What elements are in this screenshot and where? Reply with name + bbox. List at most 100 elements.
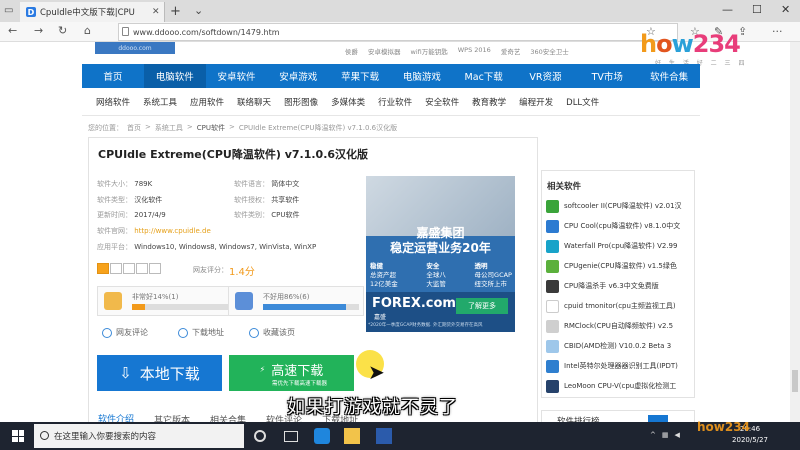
local-download-button[interactable]: ⇩ 本地下载 [97,355,222,391]
maximize-icon[interactable]: ☐ [752,3,762,16]
action-download-address[interactable]: 下载地址 [178,327,224,338]
top-link[interactable]: wifi万能钥匙 [411,46,448,56]
tab-list-chevron-icon[interactable]: ⌄ [194,4,203,17]
advertisement[interactable]: 嘉盛集团 稳定运营业务20年 稳健 总资产超 12亿美金 安全 全球八 大监管 透明 母公司… [366,176,515,332]
forward-arrow-icon[interactable]: → [34,24,43,37]
windows-start-icon[interactable] [12,430,24,442]
app-icon [546,299,559,313]
rating-value: 1.4分 [229,267,255,278]
browser-tab[interactable]: D CpuIdle中文版下载|CPU ✕ [20,2,165,22]
breadcrumb: 您的位置： 首页 > 系统工具 > CPU软件 > CPUIdle Extrem… [88,123,397,133]
action-bookmark[interactable]: 收藏该页 [249,327,295,338]
bookmark-icon [249,327,259,338]
info-type: 软件类型： 汉化软件 [97,196,163,204]
related-item[interactable]: LeoMoon CPU-V(cpu虚拟化检测工 [546,376,694,396]
top-link[interactable]: 360安全卫士 [530,46,568,56]
ad-features: 稳健 总资产超 12亿美金 安全 全球八 大监管 透明 母公司GCAP 纽交所上市 [370,262,512,288]
info-updated: 更新时间： 2017/4/9 [97,211,166,219]
word-icon[interactable] [376,428,392,444]
minimize-icon[interactable]: — [722,3,733,16]
related-item[interactable]: CBID(AMD检测) V10.0.2 Beta 3 [546,336,694,356]
breadcrumb-sep: > [145,123,151,131]
home-icon[interactable]: ⌂ [84,24,91,37]
sub-nav-item[interactable]: 联络聊天 [237,96,271,108]
official-site-link[interactable]: http://www.cpuidle.de [134,227,211,235]
volume-icon[interactable]: ◀ [675,431,680,439]
app-icon [546,379,559,393]
vote-good-button[interactable]: 非常好14%(1) [97,286,233,316]
thumbs-down-icon [235,292,253,310]
sub-nav-item[interactable]: 网络软件 [96,96,130,108]
related-item[interactable]: RMClock(CPU自动降频软件) v2.5 [546,316,694,336]
app-icon [546,239,559,253]
more-menu-icon[interactable]: ··· [772,25,783,38]
ad-learn-more-button[interactable]: 了解更多 [456,298,508,314]
taskbar-search-input[interactable]: 在这里输入你要搜索的内容 [34,424,244,448]
related-item[interactable]: CPUgenie(CPU降温软件) v1.5绿色 [546,256,694,276]
sub-nav-item[interactable]: 图形图像 [284,96,318,108]
edge-browser-icon[interactable] [314,428,330,444]
top-link[interactable]: 爱奇艺 [501,46,521,56]
scrollbar-thumb[interactable] [792,370,798,392]
site-favicon-icon: D [26,7,36,17]
info-platform: 应用平台： Windows10, Windows8, Windows7, Win… [97,243,317,251]
new-tab-button[interactable]: + [170,4,181,19]
page-scrollbar[interactable] [790,42,800,422]
main-nav-item[interactable]: 苹果下载 [329,64,391,88]
tab-actions-icon[interactable]: ▭ [4,5,13,16]
sub-nav-item[interactable]: 应用软件 [190,96,224,108]
sub-nav-item[interactable]: 行业软件 [378,96,412,108]
main-nav-item[interactable]: 安卓游戏 [267,64,329,88]
task-view-icon[interactable] [284,431,298,442]
related-item[interactable]: Waterfall Pro(cpu降温软件) V2.99 [546,236,694,256]
sub-nav-item[interactable]: 编程开发 [519,96,553,108]
tab-title: CpuIdle中文版下载|CPU [40,8,135,18]
related-item[interactable]: Intel英特尔处理器器识别工具(IPDT) [546,356,694,376]
file-explorer-icon[interactable] [344,428,360,444]
fast-download-button[interactable]: ⚡ 高速下载 需优先下载高速下载器 [229,355,354,391]
sub-nav-item[interactable]: 系统工具 [143,96,177,108]
breadcrumb-link[interactable]: 首页 [127,123,141,133]
related-item[interactable]: CPU Cool(cpu降温软件) v8.1.0中文 [546,216,694,236]
top-link[interactable]: 侯爵 [345,46,358,56]
top-link[interactable]: WPS 2016 [458,46,491,56]
address-bar[interactable]: www.ddooo.com/softdown/1479.htm [118,23,678,41]
tab-close-icon[interactable]: ✕ [152,7,160,17]
main-nav-item[interactable]: TV市场 [576,64,638,88]
back-arrow-icon[interactable]: ← [8,24,17,37]
related-item[interactable]: cpuid tmonitor(cpu主频监视工具) [546,296,694,316]
sub-nav-item[interactable]: 多媒体类 [331,96,365,108]
app-icon [546,279,559,293]
lock-icon [122,27,129,36]
breadcrumb-link[interactable]: CPU软件 [197,123,225,133]
rating-stars [97,263,161,274]
vote-bad-button[interactable]: 不好用86%(6) [228,286,364,316]
action-comments[interactable]: 网友评论 [102,327,148,338]
chevron-up-icon[interactable]: ^ [650,431,656,439]
app-title: CPUIdle Extreme(CPU降温软件) v7.1.0.6汉化版 [98,148,369,161]
refresh-icon[interactable]: ↻ [58,24,67,37]
vote-bad-bar [263,304,359,310]
sub-nav-item[interactable]: 安全软件 [425,96,459,108]
lightning-icon: ⚡ [259,364,266,374]
sub-nav-item[interactable]: DLL文件 [566,96,599,108]
top-link[interactable]: 安卓模拟器 [368,46,401,56]
main-nav-item[interactable]: 软件合集 [638,64,700,88]
app-icon [546,359,559,373]
main-nav-item-active[interactable]: 电脑软件 [143,64,206,88]
breadcrumb-link[interactable]: 系统工具 [155,123,183,133]
close-window-icon[interactable]: ✕ [781,3,790,16]
main-nav: 首页 电脑软件 安卓软件 安卓游戏 苹果下载 电脑游戏 Mac下载 VR资源 T… [82,64,700,88]
main-nav-item[interactable]: 首页 [82,64,144,88]
app-icon [546,219,559,233]
site-logo[interactable]: ddooo.com [95,42,175,54]
main-nav-item[interactable]: Mac下载 [453,64,515,88]
main-nav-item[interactable]: 安卓软件 [206,64,268,88]
sub-nav-item[interactable]: 教育教学 [472,96,506,108]
cortana-icon[interactable] [254,430,266,442]
related-item[interactable]: CPU降温杀手 v6.3中文免费版 [546,276,694,296]
main-nav-item[interactable]: 电脑游戏 [391,64,453,88]
network-icon[interactable]: ▦ [662,431,669,439]
related-item[interactable]: softcooler II(CPU降温软件) v2.01汉 [546,196,694,216]
main-nav-item[interactable]: VR资源 [515,64,577,88]
